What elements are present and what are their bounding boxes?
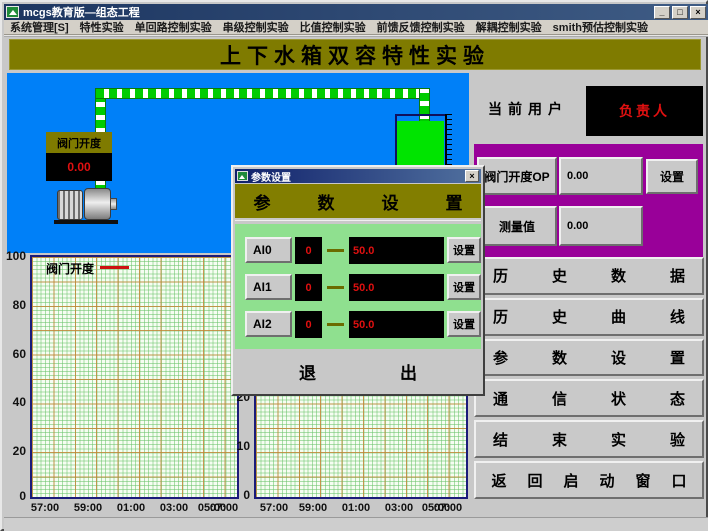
ai2-row: AI2 0 50.0 设置 [235, 311, 481, 338]
close-button[interactable]: × [690, 6, 706, 19]
window-controls: _ □ × [654, 6, 706, 19]
current-user-value: 负责人 [586, 86, 703, 136]
ai0-high-value[interactable]: 50.0 [349, 237, 444, 264]
dialog-exit-button[interactable]: 退出 [235, 349, 481, 394]
menu-smith[interactable]: smith预估控制实验 [553, 19, 648, 35]
ai0-range-dash [327, 249, 344, 252]
end-experiment-label: 结束实验 [493, 429, 708, 450]
chart1-xtick-1: 57:00 [31, 502, 59, 514]
pump-motor-icon [57, 190, 83, 220]
valve-opening-display: 0.00 [46, 153, 112, 181]
app-window: mcgs教育版—组态工程 _ □ × 系统管理[S] 特性实验 单回路控制实验 … [0, 0, 708, 531]
menu-system-manage[interactable]: 系统管理[S] [10, 19, 69, 35]
ai0-low-value[interactable]: 0 [295, 237, 322, 264]
dialog-body: AI0 0 50.0 设置 AI1 0 50.0 设置 AI2 0 50.0 设… [235, 224, 481, 349]
comm-status-button[interactable]: 通信状态 [474, 379, 704, 417]
pipe-horizontal-top [95, 88, 430, 99]
chart1-xtick-4: 03:00 [160, 502, 188, 514]
chart1-ytick-80: 80 [2, 298, 26, 312]
menu-single-loop[interactable]: 单回路控制实验 [135, 19, 212, 35]
chart2-ytick-10: 10 [230, 439, 250, 453]
dialog-title: 参数设置 [251, 169, 291, 184]
dialog-separator [235, 220, 481, 221]
parameter-set-label: 参数设置 [493, 347, 708, 368]
page-title: 上下水箱双容特性实验 [9, 39, 701, 70]
ai2-range-dash [327, 323, 344, 326]
return-start-window-label: 返回启动窗口 [491, 470, 707, 491]
minimize-button[interactable]: _ [654, 6, 670, 19]
restore-button[interactable]: □ [672, 6, 688, 19]
pump-body-icon [84, 188, 111, 220]
ai2-set-button[interactable]: 设置 [447, 311, 481, 337]
dialog-mcgs-icon [237, 171, 248, 181]
history-curve-button[interactable]: 历史曲线 [474, 298, 704, 336]
chart1-xtick-6: 07:00 [210, 502, 238, 514]
menu-decoupling[interactable]: 解耦控制实验 [476, 19, 542, 35]
ai0-row: AI0 0 50.0 设置 [235, 237, 481, 264]
pump-nozzle-icon [110, 198, 117, 210]
chart1-ytick-40: 40 [2, 395, 26, 409]
chart1-ytick-20: 20 [2, 444, 26, 458]
end-experiment-button[interactable]: 结束实验 [474, 420, 704, 458]
comm-status-label: 通信状态 [493, 388, 708, 409]
nav-button-column: 历史数据 历史曲线 参数设置 通信状态 结束实验 返回启动窗口 [474, 257, 704, 499]
chart2-xtick-4: 03:00 [385, 502, 413, 514]
tank-top-rim [395, 114, 447, 116]
title-bar: mcgs教育版—组态工程 _ □ × [4, 4, 708, 20]
chart1-xtick-2: 59:00 [74, 502, 102, 514]
history-data-button[interactable]: 历史数据 [474, 257, 704, 295]
ai2-low-value[interactable]: 0 [295, 311, 322, 338]
menu-cascade[interactable]: 串级控制实验 [223, 19, 289, 35]
window-title: mcgs教育版—组态工程 [23, 4, 140, 20]
ai0-set-button[interactable]: 设置 [447, 237, 481, 263]
parameter-set-button[interactable]: 参数设置 [474, 339, 704, 377]
ai1-range-dash [327, 286, 344, 289]
chart2-xtick-3: 01:00 [342, 502, 370, 514]
mcgs-app-icon [6, 6, 19, 18]
history-curve-label: 历史曲线 [493, 306, 708, 327]
valve-op-set-button[interactable]: 设置 [646, 159, 698, 194]
valve-op-value-field[interactable]: 0.00 [559, 157, 643, 195]
dialog-header-text: 参数设置 [254, 189, 510, 214]
chart1-ytick-60: 60 [2, 347, 26, 361]
menu-feedforward[interactable]: 前馈反馈控制实验 [377, 19, 465, 35]
dialog-exit-label: 退出 [299, 359, 501, 384]
current-user-label: 当前用户 [488, 99, 568, 119]
menu-bar: 系统管理[S] 特性实验 单回路控制实验 串级控制实验 比值控制实验 前馈反馈控… [4, 20, 708, 35]
dialog-title-bar[interactable]: 参数设置 × [235, 169, 481, 183]
chart1-xtick-3: 01:00 [117, 502, 145, 514]
ai1-low-value[interactable]: 0 [295, 274, 322, 301]
menu-characteristic-exp[interactable]: 特性实验 [80, 19, 124, 35]
return-start-window-button[interactable]: 返回启动窗口 [474, 461, 704, 499]
chart1-ytick-0: 0 [2, 489, 26, 503]
chart1-legend-line-icon [100, 266, 129, 269]
ai2-name-button[interactable]: AI2 [245, 311, 292, 337]
valve-opening-label: 阀门开度 [46, 132, 112, 153]
dialog-header-band: 参数设置 [235, 184, 481, 218]
history-data-label: 历史数据 [493, 265, 708, 286]
dialog-close-button[interactable]: × [465, 170, 479, 182]
chart2-xtick-2: 59:00 [299, 502, 327, 514]
ai1-high-value[interactable]: 50.0 [349, 274, 444, 301]
chart1-legend-label: 阀门开度 [46, 260, 94, 277]
measured-value-field: 0.00 [559, 206, 643, 246]
ai1-set-button[interactable]: 设置 [447, 274, 481, 300]
chart1-ytick-100: 100 [2, 249, 26, 263]
chart2-ytick-0: 0 [230, 488, 250, 502]
pump-base [54, 220, 118, 224]
ai1-row: AI1 0 50.0 设置 [235, 274, 481, 301]
chart2-xtick-1: 57:00 [260, 502, 288, 514]
ai0-name-button[interactable]: AI0 [245, 237, 292, 263]
content-edge [4, 35, 708, 37]
param-settings-dialog: 参数设置 × 参数设置 AI0 0 50.0 设置 AI1 0 50.0 设置 [231, 165, 485, 396]
bottom-strip [4, 517, 708, 531]
chart1-plot-area [30, 255, 239, 499]
ai1-name-button[interactable]: AI1 [245, 274, 292, 300]
chart2-xtick-6: 07:00 [434, 502, 462, 514]
menu-ratio[interactable]: 比值控制实验 [300, 19, 366, 35]
ai2-high-value[interactable]: 50.0 [349, 311, 444, 338]
